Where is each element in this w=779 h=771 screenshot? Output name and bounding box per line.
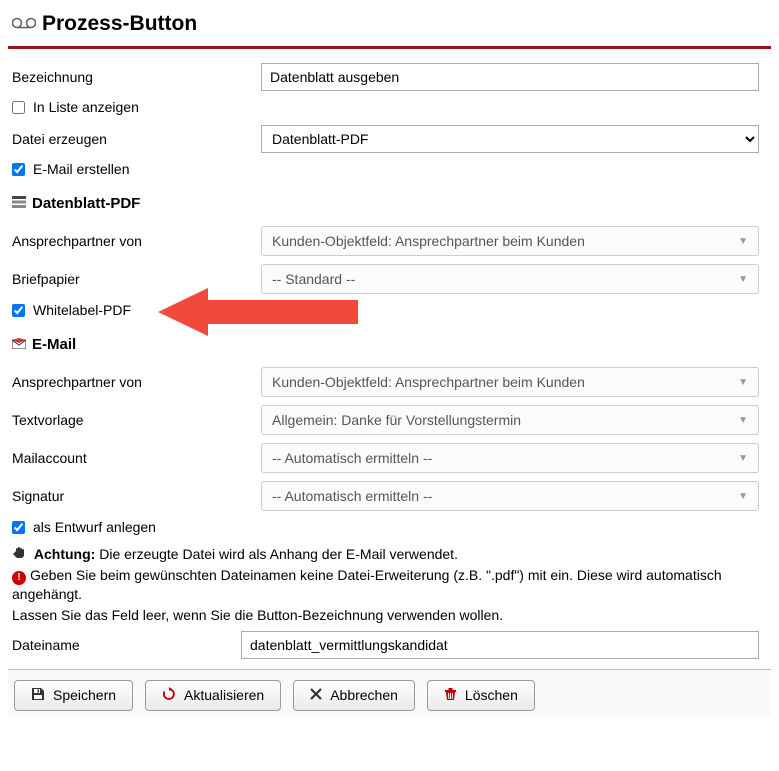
warning-icon: ! [12, 566, 30, 585]
textvorlage-label: Textvorlage [8, 412, 261, 428]
chevron-down-icon: ▼ [738, 236, 748, 247]
als-entwurf-checkbox[interactable] [12, 521, 25, 534]
save-button[interactable]: Speichern [14, 680, 133, 711]
dateiname-input[interactable] [241, 631, 759, 659]
email-ansprech-label: Ansprechpartner von [8, 374, 261, 390]
bezeichnung-input[interactable] [261, 63, 759, 91]
save-icon [31, 687, 45, 704]
bezeichnung-label: Bezeichnung [8, 69, 261, 85]
button-bar: Speichern Aktualisieren Abbrechen Lösche… [8, 669, 771, 717]
mailaccount-select[interactable]: -- Automatisch ermitteln -- ▼ [261, 443, 759, 473]
email-ansprech-select[interactable]: Kunden-Objektfeld: Ansprechpartner beim … [261, 367, 759, 397]
page-title: Prozess-Button [42, 12, 197, 36]
voicemail-icon [12, 14, 42, 35]
mailaccount-label: Mailaccount [8, 450, 261, 466]
signatur-select[interactable]: -- Automatisch ermitteln -- ▼ [261, 481, 759, 511]
refresh-button[interactable]: Aktualisieren [145, 680, 281, 711]
close-icon [310, 687, 322, 703]
refresh-icon [162, 687, 176, 704]
hand-icon [12, 545, 30, 564]
chevron-down-icon: ▼ [738, 415, 748, 426]
dateiname-label: Dateiname [8, 637, 241, 653]
chevron-down-icon: ▼ [738, 491, 748, 502]
briefpapier-label: Briefpapier [8, 271, 261, 287]
chevron-down-icon: ▼ [738, 274, 748, 285]
cancel-button[interactable]: Abbrechen [293, 680, 415, 711]
pdf-ansprech-label: Ansprechpartner von [8, 233, 261, 249]
als-entwurf-label: als Entwurf anlegen [33, 519, 156, 535]
achtung-line: Achtung: Die erzeugte Datei wird als Anh… [8, 545, 771, 564]
delete-button[interactable]: Löschen [427, 680, 535, 711]
briefpapier-select[interactable]: -- Standard -- ▼ [261, 264, 759, 294]
email-erstellen-checkbox[interactable] [12, 163, 25, 176]
page-header: Prozess-Button [8, 8, 771, 49]
in-liste-checkbox[interactable] [12, 101, 25, 114]
email-erstellen-label: E-Mail erstellen [33, 161, 129, 177]
email-section-header: E-Mail [12, 336, 771, 353]
in-liste-label: In Liste anzeigen [33, 99, 139, 115]
trash-icon [444, 687, 457, 704]
chevron-down-icon: ▼ [738, 377, 748, 388]
signatur-label: Signatur [8, 488, 261, 504]
textvorlage-select[interactable]: Allgemein: Danke für Vorstellungstermin … [261, 405, 759, 435]
datei-erzeugen-select[interactable]: Datenblatt-PDF [261, 125, 759, 153]
form-icon [12, 196, 26, 211]
datei-erzeugen-label: Datei erzeugen [8, 131, 261, 147]
whitelabel-checkbox[interactable] [12, 304, 25, 317]
pdf-section-header: Datenblatt-PDF [12, 195, 771, 212]
chevron-down-icon: ▼ [738, 453, 748, 464]
pdf-ansprech-select[interactable]: Kunden-Objektfeld: Ansprechpartner beim … [261, 226, 759, 256]
whitelabel-label: Whitelabel-PDF [33, 302, 131, 318]
warn-line2: Lassen Sie das Feld leer, wenn Sie die B… [8, 606, 771, 625]
mail-icon [12, 337, 26, 352]
warn-line: !Geben Sie beim gewünschten Dateinamen k… [8, 566, 771, 604]
